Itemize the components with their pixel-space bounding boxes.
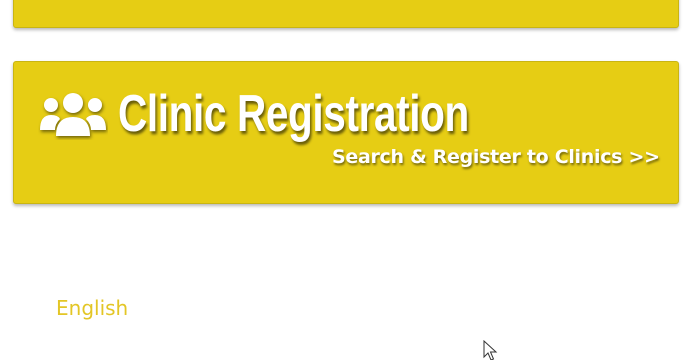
page-title: Clinic Registration [118, 85, 469, 143]
mouse-pointer-icon [483, 340, 498, 360]
users-icon [40, 93, 106, 136]
top-card[interactable] [13, 0, 679, 28]
search-register-link[interactable]: Search & Register to Clinics >> [332, 146, 660, 168]
language-selector[interactable]: English [56, 296, 128, 320]
